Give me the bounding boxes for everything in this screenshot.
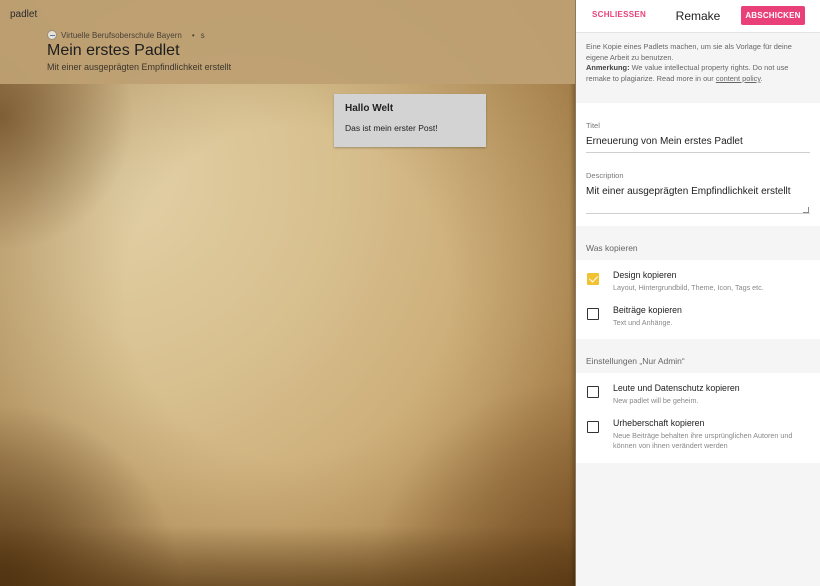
post-body: Das ist mein erster Post!	[345, 123, 438, 133]
padlet-logo[interactable]: padlet	[10, 9, 37, 20]
copy-authorship-checkbox[interactable]	[587, 420, 599, 433]
intro-text: Eine Kopie eines Padlets machen, um sie …	[576, 33, 820, 103]
title-field: Titel Erneuerung von Mein erstes Padlet	[576, 103, 820, 153]
option-title: Beiträge kopieren	[613, 304, 682, 315]
submit-button[interactable]: ABSCHICKEN	[741, 6, 805, 25]
title-field-label: Titel	[586, 121, 600, 130]
intro-description: Eine Kopie eines Padlets machen, um sie …	[586, 42, 792, 62]
remake-panel: SCHLIESSEN Remake ABSCHICKEN Eine Kopie …	[575, 0, 820, 586]
copy-privacy-checkbox[interactable]	[587, 386, 599, 398]
copy-section-header: Was kopieren	[576, 226, 820, 260]
panel-header: SCHLIESSEN Remake ABSCHICKEN	[576, 0, 820, 33]
option-copy-authorship[interactable]: Urheberschaft kopieren Neue Beiträge beh…	[576, 414, 820, 459]
option-desc: Neue Beiträge behalten ihre ursprünglich…	[613, 430, 793, 451]
content-policy-link[interactable]: content policy	[716, 74, 761, 83]
description-textarea[interactable]: Mit einer ausgeprägten Empfindlichkeit e…	[586, 186, 810, 214]
option-desc: Text und Anhänge.	[613, 317, 673, 327]
padlet-board: padlet Virtuelle Berufsoberschule Bayern…	[0, 0, 575, 586]
copy-posts-checkbox[interactable]	[587, 307, 599, 320]
board-title: Mein erstes Padlet	[47, 42, 180, 59]
option-copy-posts[interactable]: Beiträge kopieren Text und Anhänge.	[576, 301, 820, 336]
description-field-label: Description	[586, 171, 624, 180]
separator-dot: •	[191, 30, 195, 40]
resize-handle-icon[interactable]	[803, 207, 809, 213]
author-avatar	[47, 30, 57, 40]
note-label: Anmerkung:	[586, 63, 630, 73]
option-copy-privacy[interactable]: Leute und Datenschutz kopieren New padle…	[576, 379, 820, 414]
option-title: Urheberschaft kopieren	[613, 417, 705, 428]
board-header: padlet Virtuelle Berufsoberschule Bayern…	[0, 0, 575, 84]
copy-design-checkbox[interactable]	[587, 273, 599, 285]
fields-card: Titel Erneuerung von Mein erstes Padlet …	[576, 103, 820, 226]
post-card[interactable]: Hallo Welt Das ist mein erster Post!	[334, 94, 486, 147]
option-desc: New padlet will be geheim.	[613, 396, 699, 405]
option-desc: Layout, Hintergrundbild, Theme, Icon, Ta…	[613, 283, 764, 292]
option-title: Leute und Datenschutz kopieren	[613, 383, 740, 393]
post-title: Hallo Welt	[345, 103, 394, 114]
board-subtitle: Mit einer ausgeprägten Empfindlichkeit e…	[47, 62, 232, 72]
option-title: Design kopieren	[613, 270, 677, 280]
title-input[interactable]: Erneuerung von Mein erstes Padlet	[586, 136, 810, 153]
note-period: .	[760, 73, 763, 83]
option-copy-design[interactable]: Design kopieren Layout, Hintergrundbild,…	[576, 266, 820, 301]
admin-section-header: Einstellungen „Nur Admin“	[576, 339, 820, 373]
admin-options: Leute und Datenschutz kopieren New padle…	[576, 373, 820, 463]
author-name[interactable]: Virtuelle Berufsoberschule Bayern	[61, 31, 182, 40]
description-field: Description Mit einer ausgeprägten Empfi…	[576, 153, 820, 226]
author-row: Virtuelle Berufsoberschule Bayern • s	[47, 30, 205, 40]
author-extra: s	[200, 30, 205, 40]
copy-options: Design kopieren Layout, Hintergrundbild,…	[576, 260, 820, 339]
